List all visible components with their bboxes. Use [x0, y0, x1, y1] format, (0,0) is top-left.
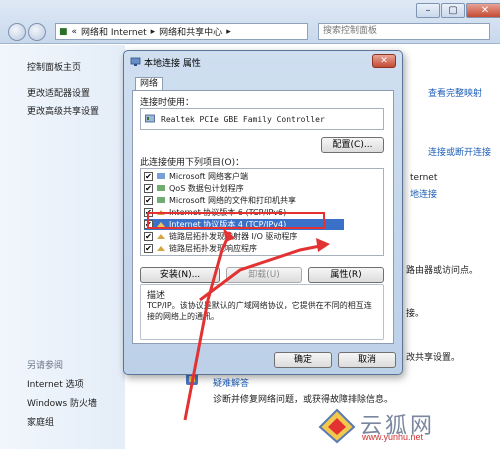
- item-label: Microsoft 网络客户端: [169, 172, 248, 181]
- item-checkbox[interactable]: ✔: [144, 244, 153, 253]
- troubleshoot-link[interactable]: 疑难解答: [213, 376, 249, 389]
- nav-windows-firewall[interactable]: Windows 防火墙: [27, 396, 97, 409]
- local-connection-link[interactable]: 地连接: [410, 187, 437, 200]
- router-text: 路由器或访问点。: [406, 266, 479, 276]
- connect-using-label: 连接时使用：: [140, 98, 195, 108]
- minimize-button[interactable]: –: [416, 3, 440, 18]
- ok-button[interactable]: 确定: [274, 352, 332, 368]
- breadcrumb-sharing-center[interactable]: 网络和共享中心: [159, 25, 222, 38]
- list-item[interactable]: ✔ Microsoft 网络的文件和打印机共享: [144, 195, 296, 206]
- network-access-value: ternet: [410, 173, 438, 183]
- nav-advanced-sharing-settings[interactable]: 更改高级共享设置: [27, 104, 99, 117]
- service-icon: [157, 197, 165, 203]
- breadcrumb-overflow[interactable]: «: [72, 27, 78, 37]
- protocol-icon: [157, 234, 165, 239]
- description-text: TCP/IP。该协议是默认的广域网络协议，它提供在不同的相互连接的网络上的通讯。: [147, 301, 372, 321]
- dialog-close-button[interactable]: ✕: [372, 54, 396, 68]
- install-button[interactable]: 安装(N)...: [140, 267, 220, 283]
- network-adapter-icon: [145, 114, 155, 123]
- back-button[interactable]: [8, 23, 26, 41]
- nav-change-adapter-settings[interactable]: 更改适配器设置: [27, 86, 90, 99]
- view-full-map-link[interactable]: 查看完整映射: [428, 86, 482, 99]
- item-checkbox[interactable]: ✔: [144, 184, 153, 193]
- configure-button[interactable]: 配置(C)...: [321, 137, 384, 153]
- nav-internet-options[interactable]: Internet 选项: [27, 377, 84, 390]
- breadcrumb-network-internet[interactable]: 网络和 Internet: [81, 25, 147, 38]
- item-checkbox[interactable]: ✔: [144, 232, 153, 241]
- breadcrumb-separator: ▸: [226, 26, 231, 37]
- item-label: 链路层拓扑发现响应程序: [169, 244, 257, 253]
- left-navigation-pane: 控制面板主页 更改适配器设置 更改高级共享设置 另请参阅 Internet 选项…: [0, 45, 125, 449]
- list-item[interactable]: ✔ 链路层拓扑发现映射器 I/O 驱动程序: [144, 231, 297, 242]
- cancel-button[interactable]: 取消: [338, 352, 396, 368]
- search-input[interactable]: 搜索控制面板: [318, 23, 490, 40]
- troubleshoot-description: 诊断并修复网络问题，或获得故障排除信息。: [213, 395, 394, 405]
- search-placeholder: 搜索控制面板: [323, 26, 378, 36]
- connect-text: 接。: [406, 309, 425, 319]
- item-checkbox[interactable]: ✔: [144, 172, 153, 181]
- protocol-icon: [157, 246, 165, 251]
- see-also-heading: 另请参阅: [27, 361, 64, 371]
- client-icon: [157, 173, 165, 179]
- watermark-logo-icon: [318, 408, 356, 444]
- items-label: 此连接使用下列项目(O)：: [140, 158, 245, 168]
- list-item[interactable]: ✔ 链路层拓扑发现响应程序: [144, 243, 257, 254]
- window-close-button[interactable]: ✕: [466, 3, 500, 18]
- nav-control-panel-home[interactable]: 控制面板主页: [27, 60, 81, 73]
- connect-disconnect-link[interactable]: 连接或断开连接: [428, 145, 491, 158]
- item-checkbox[interactable]: ✔: [144, 196, 153, 205]
- control-panel-icon: ■: [59, 26, 68, 37]
- dialog-title: 本地连接 属性: [144, 59, 201, 69]
- adapter-name: Realtek PCIe GBE Family Controller: [161, 114, 325, 124]
- properties-button[interactable]: 属性(R): [308, 267, 384, 283]
- description-group: 描述 TCP/IP。该协议是默认的广域网络协议，它提供在不同的相互连接的网络上的…: [140, 284, 384, 340]
- list-item[interactable]: ✔ QoS 数据包计划程序: [144, 183, 244, 194]
- maximize-button[interactable]: ▢: [441, 3, 465, 18]
- service-icon: [157, 185, 165, 191]
- item-label: Microsoft 网络的文件和打印机共享: [169, 196, 296, 205]
- main-content: [400, 45, 500, 449]
- forward-button[interactable]: [28, 23, 46, 41]
- item-label: QoS 数据包计划程序: [169, 184, 244, 193]
- ipv4-highlight-box: [147, 212, 325, 229]
- window-controls: – ▢ ✕: [415, 3, 500, 18]
- sharing-text: 改共享设置。: [406, 353, 461, 363]
- item-label: 链路层拓扑发现映射器 I/O 驱动程序: [169, 232, 298, 241]
- explorer-toolbar: – ▢ ✕ ■ « 网络和 Internet ▸ 网络和共享中心 ▸ 搜索控制面…: [0, 0, 500, 44]
- watermark-url: www.yunhu.net: [362, 432, 424, 442]
- uninstall-button[interactable]: 卸载(U): [226, 267, 302, 283]
- nav-homegroup[interactable]: 家庭组: [27, 415, 54, 428]
- adapter-field: Realtek PCIe GBE Family Controller: [140, 108, 384, 130]
- network-connection-icon: [130, 57, 141, 66]
- breadcrumb-separator: ▸: [150, 26, 156, 37]
- tab-network[interactable]: 网络: [135, 77, 163, 91]
- address-bar[interactable]: ■ « 网络和 Internet ▸ 网络和共享中心 ▸: [55, 23, 308, 40]
- list-item[interactable]: ✔ Microsoft 网络客户端: [144, 171, 248, 182]
